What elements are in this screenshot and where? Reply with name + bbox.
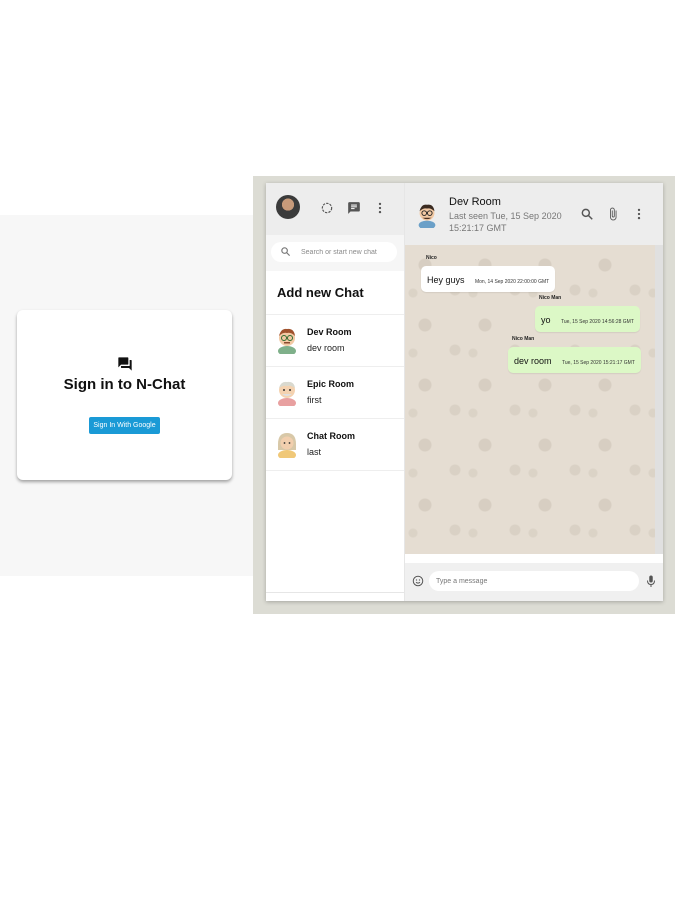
search-box [271,242,397,262]
chat-main: Dev Room Last seen Tue, 15 Sep 2020 15:2… [405,183,663,601]
message-time: Tue, 15 Sep 2020 15:21:17 GMT [561,360,635,366]
sidebar-footer [266,592,404,601]
login-card: Sign in to N-Chat Sign In With Google [17,310,232,480]
chat-header: Dev Room Last seen Tue, 15 Sep 2020 15:2… [405,183,663,245]
room-name: Chat Room [307,431,355,441]
sidebar: Add new Chat Dev Room dev room [266,183,405,601]
message-bubble: Nico Hey guys Mon, 14 Sep 2020 22:00:00 … [421,255,556,292]
chat-list: Dev Room dev room Epic Room first Chat R… [266,314,404,471]
message-text: dev room [514,356,552,366]
room-avatar [278,328,296,354]
room-name: Epic Room [307,379,355,389]
chat-list-item-chat-room[interactable]: Chat Room last [266,418,404,470]
sidebar-header [266,183,404,235]
search-icon [281,247,291,257]
message-area: Nico Hey guys Mon, 14 Sep 2020 22:00:00 … [405,245,655,554]
more-vert-icon[interactable] [373,201,387,215]
divider [266,470,404,471]
add-new-chat[interactable]: Add new Chat [277,285,364,300]
search-bar [266,235,404,271]
user-avatar[interactable] [276,195,300,219]
room-avatar[interactable] [416,202,438,228]
room-last-message: last [307,447,322,457]
message-bubble: Nico Man yo Tue, 15 Sep 2020 14:56:28 GM… [535,295,640,332]
message-text: Hey guys [427,275,465,285]
message-time: Tue, 15 Sep 2020 14:56:28 GMT [560,319,634,325]
chat-app: Add new Chat Dev Room dev room [266,183,663,601]
room-name: Dev Room [307,327,352,337]
message-sender: Nico Man [512,336,535,342]
new-chat-icon[interactable] [347,201,361,215]
message-time: Mon, 14 Sep 2020 22:00:00 GMT [474,279,550,285]
room-avatar [278,381,296,406]
room-title: Dev Room [449,196,501,208]
message-sender: Nico [426,255,437,261]
scrollbar[interactable] [655,245,663,554]
chat-list-item-dev-room[interactable]: Dev Room dev room [266,314,404,366]
attach-icon[interactable] [606,207,620,221]
mic-icon[interactable] [646,575,656,588]
status-icon[interactable] [320,201,334,215]
message-sender: Nico Man [539,295,562,301]
chat-bubbles-icon [118,357,132,371]
search-icon[interactable] [580,207,594,221]
room-avatar [278,433,296,458]
message-input[interactable] [436,571,631,591]
message-composer [405,563,663,601]
sign-in-google-button[interactable]: Sign In With Google [89,417,160,434]
message-bubble: Nico Man dev room Tue, 15 Sep 2020 15:21… [508,336,641,373]
room-last-message: dev room [307,343,345,353]
chat-list-item-epic-room[interactable]: Epic Room first [266,366,404,418]
emoji-icon[interactable] [412,575,424,587]
message-input-box [429,571,639,591]
more-vert-icon[interactable] [632,207,646,221]
room-last-message: first [307,395,322,405]
search-input[interactable] [301,242,395,262]
message-text: yo [541,315,551,325]
last-seen: Last seen Tue, 15 Sep 2020 15:21:17 GMT [449,211,562,233]
login-title: Sign in to N-Chat [63,376,186,393]
